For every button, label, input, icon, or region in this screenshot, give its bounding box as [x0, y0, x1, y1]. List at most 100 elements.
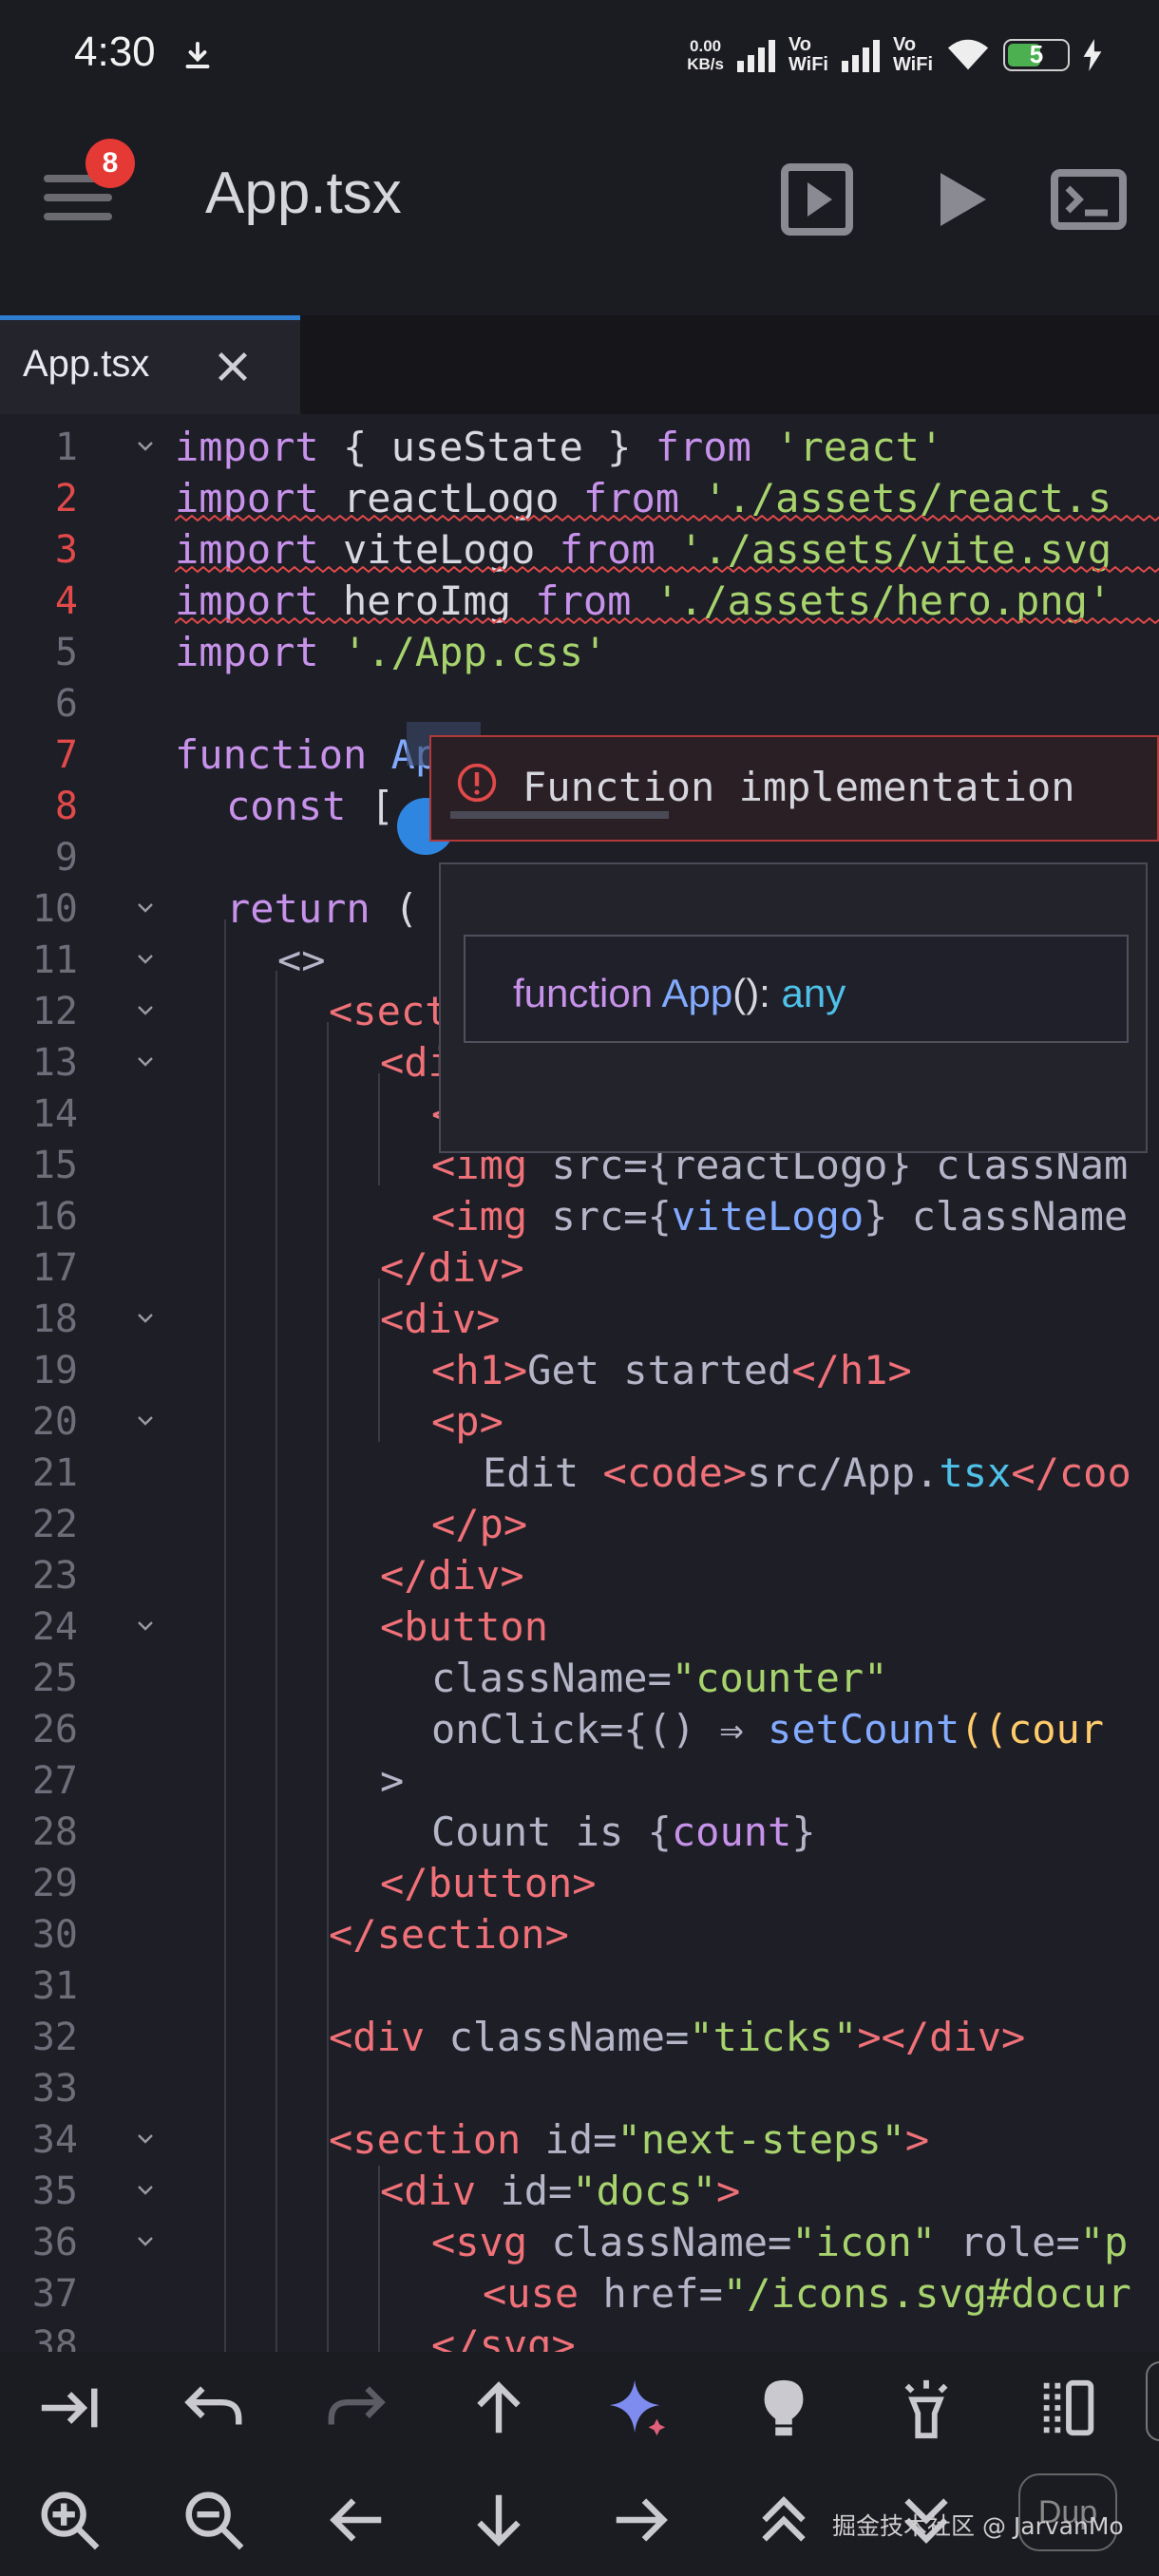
code-text: </div> — [380, 1550, 524, 1601]
code-line[interactable]: 1 import { useState } from 'react' — [0, 422, 1159, 473]
fold-chevron-icon[interactable] — [133, 986, 158, 1037]
tab-app-tsx[interactable]: App.tsx — [0, 315, 300, 414]
fold-chevron-icon[interactable] — [133, 2166, 158, 2217]
code-line[interactable]: 3 import viteLogo from './assets/vite.svg — [0, 524, 1159, 576]
arrow-down-icon[interactable] — [466, 2487, 532, 2553]
code-token: function — [175, 731, 368, 778]
code-line[interactable]: 25 className="counter" — [0, 1653, 1159, 1704]
flashlight-icon[interactable] — [893, 2375, 960, 2441]
split-view-icon[interactable] — [1036, 2375, 1102, 2441]
code-line[interactable]: 35 <div id="docs"> — [0, 2166, 1159, 2217]
code-text: </button> — [380, 1858, 597, 1909]
code-token: "icon" — [791, 2219, 937, 2265]
code-line[interactable]: 23 </div> — [0, 1550, 1159, 1601]
fold-chevron-icon[interactable] — [133, 1601, 158, 1653]
status-icons: 0.00 KB/s Vo WiFi Vo WiFi 5 — [687, 27, 1102, 84]
line-number: 24 — [31, 1605, 78, 1649]
overflow-edge-button[interactable] — [1146, 2361, 1159, 2441]
page-up-icon[interactable] — [750, 2487, 817, 2553]
line-number: 30 — [31, 1913, 78, 1957]
code-line[interactable]: 37 <use href="/icons.svg#docur — [0, 2268, 1159, 2320]
code-editor[interactable]: 1 import { useState } from 'react' 2 import… — [0, 414, 1159, 2352]
error-circle-icon — [457, 763, 497, 803]
code-token: className= — [431, 1655, 672, 1701]
status-bar: 4:30 0.00 KB/s Vo WiFi Vo WiFi 5 — [0, 0, 1159, 112]
arrow-right-icon[interactable] — [608, 2487, 674, 2553]
redo-icon[interactable] — [323, 2375, 390, 2441]
code-line[interactable]: 30 </section> — [0, 1909, 1159, 1960]
code-line[interactable]: 29 </button> — [0, 1858, 1159, 1909]
undo-icon[interactable] — [180, 2375, 247, 2441]
code-token: setCount — [768, 1706, 960, 1752]
fold-chevron-icon[interactable] — [133, 1396, 158, 1448]
code-token: </p> — [431, 1501, 528, 1547]
line-number: 14 — [31, 1092, 78, 1136]
code-token: ( — [370, 885, 419, 932]
code-token: <h1> — [431, 1347, 528, 1393]
line-number: 28 — [31, 1810, 78, 1854]
code-line[interactable]: 38 </svg> — [0, 2320, 1159, 2352]
line-number: 26 — [31, 1708, 78, 1752]
code-line[interactable]: 24 <button — [0, 1601, 1159, 1653]
tab-key-icon[interactable] — [36, 2375, 103, 2441]
code-line[interactable]: 18 <div> — [0, 1294, 1159, 1345]
code-text: Edit <code>src/App.tsx</coo — [483, 1448, 1131, 1499]
run-file-icon[interactable] — [779, 161, 855, 237]
code-line[interactable]: 33 — [0, 2063, 1159, 2114]
code-token: } — [864, 1193, 912, 1240]
zoom-in-icon[interactable] — [36, 2487, 103, 2553]
fold-chevron-icon[interactable] — [133, 422, 158, 473]
code-line[interactable]: 19 <h1>Get started</h1> — [0, 1345, 1159, 1396]
fold-chevron-icon[interactable] — [133, 1037, 158, 1089]
error-message: Function implementation — [522, 764, 1075, 810]
code-line[interactable]: 36 <svg className="icon" role="p — [0, 2217, 1159, 2268]
line-number: 4 — [54, 579, 78, 623]
code-text: <img src={viteLogo} className — [431, 1191, 1128, 1242]
fold-chevron-icon[interactable] — [133, 1294, 158, 1345]
code-line[interactable]: 31 — [0, 1960, 1159, 2012]
code-line[interactable]: 6 — [0, 678, 1159, 729]
code-line[interactable]: 34 <section id="next-steps"> — [0, 2114, 1159, 2166]
code-token: <sect — [329, 988, 449, 1034]
terminal-icon[interactable] — [1051, 161, 1127, 237]
line-number: 6 — [54, 682, 78, 726]
fold-chevron-icon[interactable] — [133, 883, 158, 935]
code-text: </div> — [380, 1242, 524, 1294]
code-line[interactable]: 21 Edit <code>src/App.tsx</coo — [0, 1448, 1159, 1499]
code-line[interactable]: 16 <img src={viteLogo} className — [0, 1191, 1159, 1242]
code-token: { useState } — [318, 424, 656, 470]
fold-chevron-icon[interactable] — [133, 2217, 158, 2268]
code-token: import — [175, 424, 319, 470]
line-number: 15 — [31, 1144, 78, 1187]
close-icon[interactable] — [211, 345, 255, 388]
code-line[interactable]: 20 <p> — [0, 1396, 1159, 1448]
code-token: } — [791, 1809, 816, 1855]
play-icon[interactable] — [922, 161, 998, 237]
code-text: </p> — [431, 1499, 527, 1550]
code-line[interactable]: 32 <div className="ticks"></div> — [0, 2012, 1159, 2063]
code-text: > — [380, 1755, 404, 1807]
code-line[interactable]: 27 > — [0, 1755, 1159, 1807]
line-number: 29 — [31, 1862, 78, 1905]
line-number: 7 — [54, 733, 78, 777]
battery-icon: 5 — [1003, 39, 1070, 71]
code-line[interactable]: 17 </div> — [0, 1242, 1159, 1294]
code-line[interactable]: 28 Count is {count} — [0, 1807, 1159, 1858]
code-line[interactable]: 2 import reactLogo from './assets/react.s — [0, 473, 1159, 524]
arrow-left-icon[interactable] — [323, 2487, 390, 2553]
line-number: 21 — [31, 1451, 78, 1495]
code-line[interactable]: 22 </p> — [0, 1499, 1159, 1550]
fold-chevron-icon[interactable] — [133, 2114, 158, 2166]
code-token: </section> — [329, 1911, 569, 1958]
fold-chevron-icon[interactable] — [133, 935, 158, 986]
zoom-out-icon[interactable] — [180, 2487, 247, 2553]
ai-sparkle-icon[interactable] — [604, 2375, 671, 2441]
code-line[interactable]: 4 import heroImg from './assets/hero.png' — [0, 576, 1159, 627]
line-number: 19 — [31, 1349, 78, 1392]
lightbulb-icon[interactable] — [750, 2375, 817, 2441]
arrow-up-icon[interactable] — [466, 2375, 532, 2441]
code-line[interactable]: 5 import './App.css' — [0, 627, 1159, 678]
code-line[interactable]: 26 onClick={() ⇒ setCount((cour — [0, 1704, 1159, 1755]
net-speed: 0.00 KB/s — [687, 37, 724, 73]
code-text: <div id="docs"> — [380, 2166, 740, 2217]
